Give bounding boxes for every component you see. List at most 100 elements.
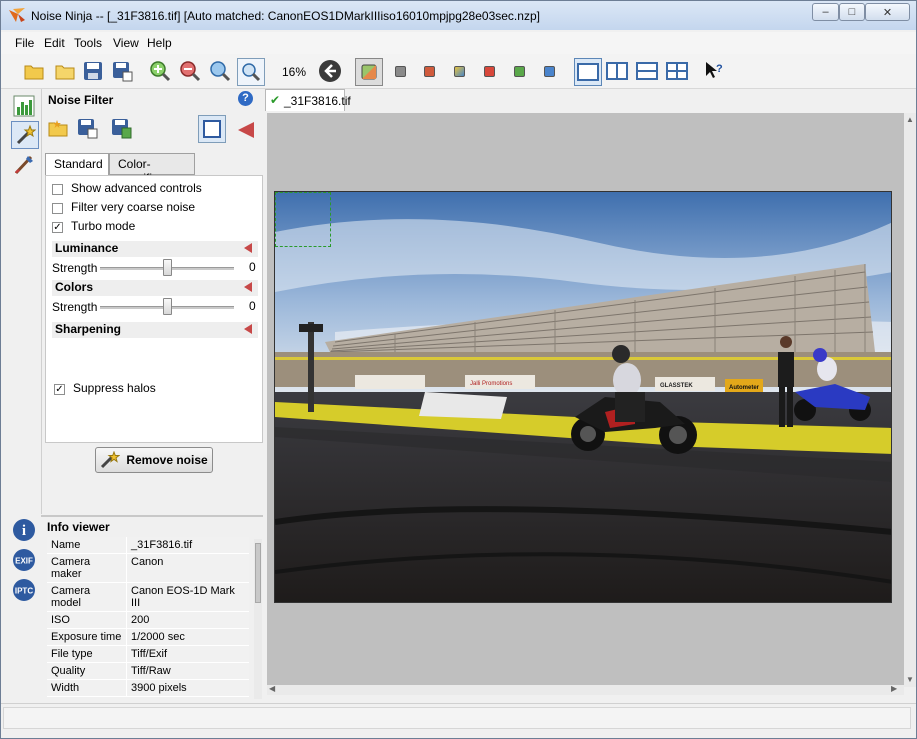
help-icon[interactable]: ? [238,91,253,106]
svg-text:?: ? [716,63,723,75]
row-key: Camera model [47,583,127,612]
photo[interactable]: Jalli Promotions GLASSTEK Autometer [274,191,892,603]
maximize-button[interactable]: □ [839,3,865,21]
sharpening-collapse-icon[interactable] [244,324,252,334]
save-profile-button[interactable] [74,115,100,141]
multi-swatch-icon [453,65,465,77]
scrollbar-thumb[interactable] [255,543,261,603]
preview-region-marquee[interactable] [275,192,331,247]
preview-region-button[interactable] [198,115,226,143]
zoom-out-icon [180,61,201,82]
colors-strength-label: Strength [52,300,98,314]
menu-edit[interactable]: Edit [44,36,65,50]
row-value: Tiff/Exif [127,646,249,663]
row-value: 200 [127,612,249,629]
remove-noise-label: Remove noise [126,453,208,467]
info-tab-button[interactable]: i [11,517,37,543]
row-value: Canon [127,554,249,583]
tab-standard[interactable]: Standard [45,153,109,176]
close-button[interactable]: ✕ [865,3,910,21]
scroll-left-icon[interactable]: ◀ [269,684,275,693]
channel-red-button[interactable] [416,58,442,84]
iptc-tab-button[interactable]: IPTC [11,577,37,603]
menu-help[interactable]: Help [147,36,172,50]
save-icon [84,62,102,80]
sharpening-section[interactable]: Sharpening [52,322,258,338]
info-scrollbar[interactable] [254,539,262,699]
tab-color-specific[interactable]: Color-specific [109,153,195,185]
channel-gray-button[interactable] [387,58,413,84]
toolbar: 16% ? [1,54,916,89]
horizontal-scrollbar[interactable]: ◀ ▶ [267,684,904,695]
document-tab[interactable]: ✔ _31F3816.tif [265,89,351,111]
save-button[interactable] [80,58,106,84]
remove-noise-button[interactable]: Remove noise [95,447,213,473]
status-bar [1,703,916,734]
back-button[interactable] [317,58,343,84]
collapse-arrow-icon[interactable] [238,122,254,138]
zoom-out-button[interactable] [177,58,203,84]
colors-collapse-icon[interactable] [244,282,252,292]
scroll-up-icon[interactable]: ▲ [906,115,914,124]
layout-quad-icon [666,62,688,80]
zoom-in-icon [150,61,171,82]
layout-vertical-button[interactable] [604,58,630,84]
show-advanced-checkbox[interactable] [52,184,63,195]
channel-multi-button[interactable] [446,58,472,84]
histogram-button[interactable] [11,93,37,119]
magnifier-icon [210,61,231,82]
luminance-collapse-icon[interactable] [244,243,252,253]
save-as-button[interactable] [109,58,135,84]
red-swatch-icon [423,65,435,77]
blue-swatch-icon [543,65,555,77]
scroll-down-icon[interactable]: ▼ [906,675,914,684]
open-batch-button[interactable] [52,58,78,84]
table-row: Exposure time 1/2000 sec [47,629,249,646]
zoom-in-button[interactable] [147,58,173,84]
menu-file[interactable]: File [15,36,34,50]
colors-section[interactable]: Colors [52,280,258,296]
coarse-noise-label: Filter very coarse noise [71,200,196,214]
turbo-mode-checkbox[interactable]: ✓ [52,222,63,233]
status-field [3,707,911,729]
menu-bar: File Edit Tools View Help [1,32,916,54]
zoom-fit-button[interactable] [207,58,233,84]
menu-tools[interactable]: Tools [74,36,102,50]
noise-filter-tool-button[interactable] [11,121,39,149]
minimize-icon: – [822,6,829,18]
layout-quad-button[interactable] [664,58,690,84]
layout-single-button[interactable] [574,58,602,86]
row-value: 3900 pixels [127,680,249,697]
document-tab-label: _31F3816.tif [284,94,351,108]
table-row: File type Tiff/Exif [47,646,249,663]
magic-wand-icon [16,124,36,145]
colors-slider-thumb[interactable] [163,298,172,315]
channel-blue-button[interactable] [536,58,562,84]
standard-tab-body: Show advanced controls Filter very coars… [45,175,263,443]
show-advanced-label: Show advanced controls [71,181,202,195]
scroll-right-icon[interactable]: ▶ [891,684,897,693]
layout-horizontal-button[interactable] [634,58,660,84]
check-icon: ✔ [270,93,281,107]
suppress-halos-checkbox[interactable]: ✓ [54,384,65,395]
exif-tab-button[interactable]: EXIF [11,547,37,573]
brush-tool-button[interactable] [11,151,37,177]
open-folder-button[interactable] [21,58,47,84]
menu-view[interactable]: View [113,36,139,50]
preview-toggle-button[interactable] [355,58,383,86]
save-profile-as-button[interactable] [108,115,134,141]
coarse-noise-checkbox[interactable] [52,203,63,214]
luminance-slider-thumb[interactable] [163,259,172,276]
svg-text:GLASSTEK: GLASSTEK [660,383,693,389]
image-canvas[interactable]: Jalli Promotions GLASSTEK Autometer [267,113,904,687]
channel-green-button[interactable] [506,58,532,84]
load-profile-button[interactable] [45,115,71,141]
luminance-section[interactable]: Luminance [52,241,258,257]
table-row: Quality Tiff/Raw [47,663,249,680]
vertical-scrollbar[interactable]: ▲ ▼ [904,113,916,687]
zoom-actual-icon [242,63,261,82]
minimize-button[interactable]: – [812,3,839,21]
zoom-actual-button[interactable] [237,58,265,86]
channel-red2-button[interactable] [476,58,502,84]
context-help-button[interactable]: ? [701,58,727,84]
